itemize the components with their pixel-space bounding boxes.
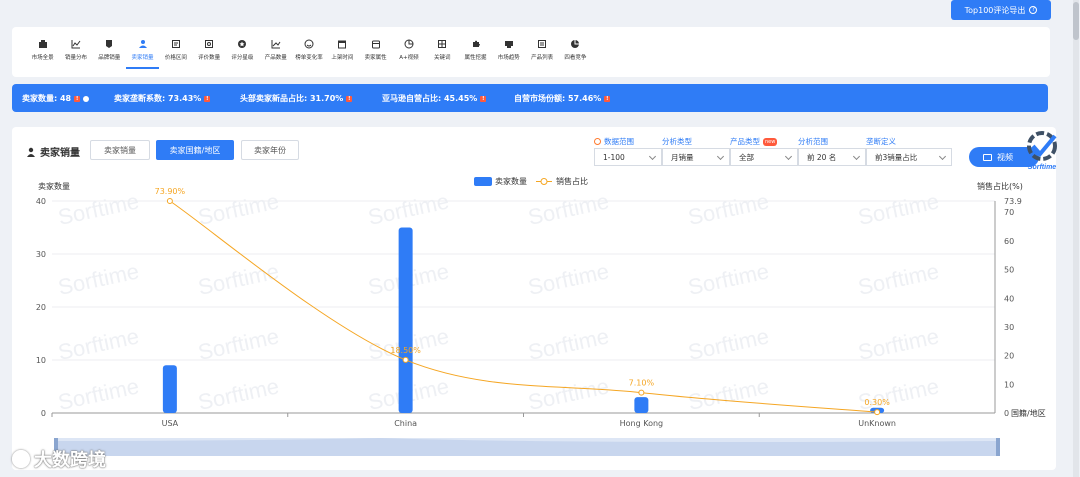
legend-bar-label: 卖家数量 bbox=[495, 176, 527, 186]
x-tick-label: USA bbox=[162, 419, 179, 428]
x-tick-label: China bbox=[394, 419, 417, 428]
bar-hong-kong bbox=[634, 397, 649, 413]
x-tick-label: Hong Kong bbox=[620, 419, 664, 428]
page-scrollbar[interactable] bbox=[1073, 0, 1079, 477]
sales-ratio-point bbox=[402, 356, 409, 363]
y-right-tick-label: 50 bbox=[1004, 266, 1014, 275]
legend-line-label: 销售占比 bbox=[556, 176, 588, 186]
legend-line-marker bbox=[540, 178, 548, 185]
y-right-tick-label: 30 bbox=[1004, 323, 1014, 332]
y-left-tick-label: 10 bbox=[36, 356, 46, 365]
watermark-text: Sorftime bbox=[196, 373, 281, 414]
dashu-watermark: 大数跨境 bbox=[12, 446, 106, 472]
y-right-tick-label: 73.9 bbox=[1004, 197, 1022, 206]
bar-china bbox=[398, 227, 413, 413]
bar-usa bbox=[162, 365, 177, 413]
y-left-tick-label: 40 bbox=[36, 197, 46, 206]
scrollbar-thumb[interactable] bbox=[1073, 2, 1079, 40]
y-left-tick-label: 20 bbox=[36, 303, 46, 312]
watermark-text: Sorftime bbox=[56, 258, 141, 299]
watermark-text: Sorftime bbox=[526, 373, 611, 414]
sales-ratio-data-label: 7.10% bbox=[629, 379, 655, 388]
y-right-tick-label: 20 bbox=[1004, 352, 1014, 361]
seller-country-chart: Sorftime Sorftime Sorftime Sorftime Sorftime… bbox=[36, 176, 1046, 456]
y-right-tick-label: 10 bbox=[1004, 380, 1014, 389]
x-tick-label: UnKnown bbox=[858, 419, 896, 428]
zoom-handle-right[interactable] bbox=[996, 438, 1000, 456]
sales-ratio-point bbox=[874, 409, 881, 416]
y-right-tick-label: 70 bbox=[1004, 208, 1014, 217]
sales-ratio-point bbox=[638, 389, 645, 396]
watermark-logo-icon bbox=[12, 450, 30, 468]
watermark-text: Sorftime bbox=[56, 373, 141, 414]
sales-ratio-data-label: 73.90% bbox=[155, 187, 186, 196]
watermark-text: Sorftime bbox=[56, 188, 141, 229]
watermark-text: Sorftime bbox=[686, 188, 771, 229]
y-left-tick-label: 0 bbox=[41, 409, 46, 418]
watermark-text: Sorftime bbox=[856, 323, 941, 364]
x-axis-label: 国籍/地区 bbox=[1011, 408, 1046, 418]
watermark-text: Sorftime bbox=[196, 258, 281, 299]
sales-ratio-data-label: 18.50% bbox=[390, 346, 421, 355]
legend-bar-swatch bbox=[474, 177, 492, 186]
y-right-tick-label: 60 bbox=[1004, 237, 1014, 246]
watermark-text: Sorftime bbox=[56, 323, 141, 364]
sales-ratio-data-label: 0.30% bbox=[864, 398, 890, 407]
watermark-text: Sorftime bbox=[856, 373, 941, 414]
y-right-tick-label: 0 bbox=[1004, 409, 1009, 418]
y-left-axis-label: 卖家数量 bbox=[38, 181, 70, 191]
watermark-text: Sorftime bbox=[196, 323, 281, 364]
watermark-text: Sorftime bbox=[196, 188, 281, 229]
watermark-text: Sorftime bbox=[856, 258, 941, 299]
watermark-text: Sorftime bbox=[686, 323, 771, 364]
y-right-tick-label: 40 bbox=[1004, 294, 1014, 303]
watermark-text: Sorftime bbox=[526, 258, 611, 299]
watermark-text: Sorftime bbox=[526, 188, 611, 229]
y-right-axis-label: 销售占比(%) bbox=[977, 181, 1023, 191]
watermark-text: Sorftime bbox=[856, 188, 941, 229]
watermark-text: Sorftime bbox=[686, 373, 771, 414]
watermark-text: Sorftime bbox=[526, 323, 611, 364]
watermark-text: Sorftime bbox=[366, 188, 451, 229]
sales-ratio-point bbox=[166, 198, 173, 204]
watermark-text: Sorftime bbox=[686, 258, 771, 299]
y-left-tick-label: 30 bbox=[36, 250, 46, 259]
